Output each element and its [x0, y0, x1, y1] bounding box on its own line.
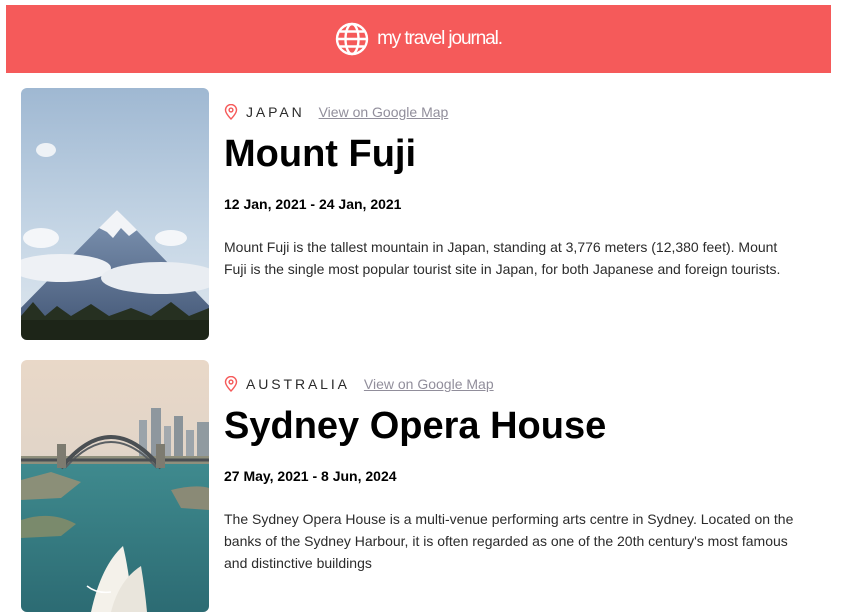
- entry-info: JAPAN View on Google Map Mount Fuji 12 J…: [224, 88, 804, 280]
- google-map-link[interactable]: View on Google Map: [319, 104, 449, 120]
- location-row: JAPAN View on Google Map: [224, 100, 804, 124]
- globe-icon: [335, 22, 369, 56]
- location-pin-icon: [224, 104, 238, 120]
- entry-photo: [21, 88, 209, 340]
- trip-dates: 27 May, 2021 - 8 Jun, 2024: [224, 468, 397, 484]
- place-description: The Sydney Opera House is a multi-venue …: [224, 511, 794, 571]
- place-description: Mount Fuji is the tallest mountain in Ja…: [224, 239, 781, 277]
- entry-photo: [21, 360, 209, 612]
- country-label: AUSTRALIA: [246, 376, 350, 392]
- trip-dates: 12 Jan, 2021 - 24 Jan, 2021: [224, 196, 402, 212]
- location-pin-icon: [224, 376, 238, 392]
- app-header: my travel journal.: [6, 5, 831, 73]
- country-label: JAPAN: [246, 104, 305, 120]
- location-row: AUSTRALIA View on Google Map: [224, 372, 804, 396]
- entry-info: AUSTRALIA View on Google Map Sydney Oper…: [224, 360, 804, 574]
- app-brand: my travel journal.: [377, 28, 503, 49]
- place-title: Sydney Opera House: [224, 405, 607, 447]
- google-map-link[interactable]: View on Google Map: [364, 376, 494, 392]
- place-title: Mount Fuji: [224, 133, 417, 175]
